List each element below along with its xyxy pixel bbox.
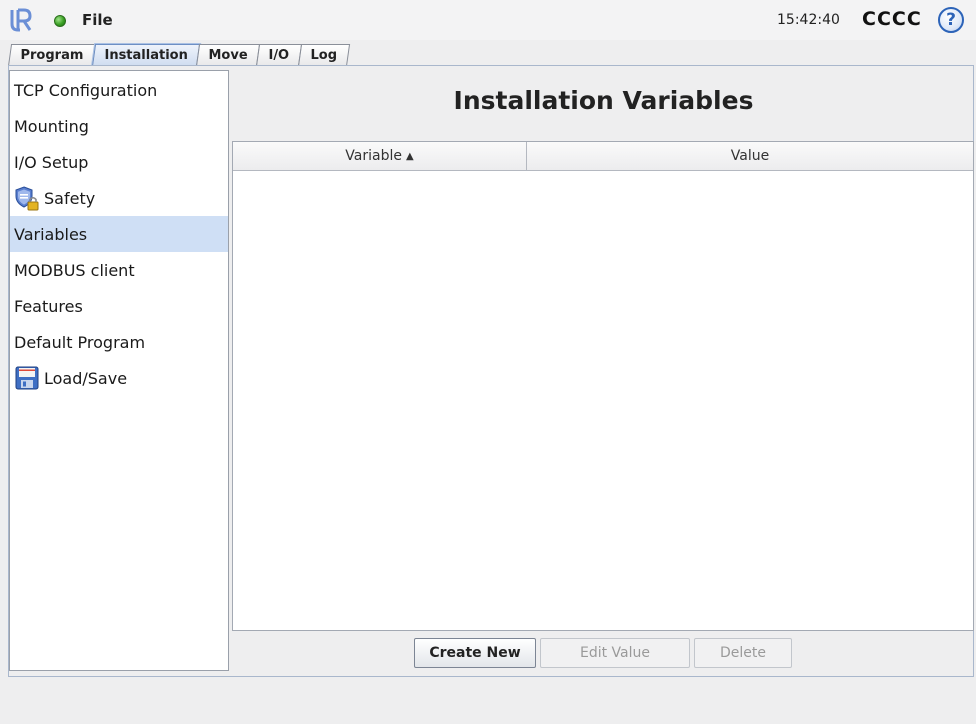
sidebar-item-features[interactable]: Features: [10, 288, 228, 324]
edit-value-button[interactable]: Edit Value: [540, 638, 690, 668]
help-icon[interactable]: ?: [938, 7, 964, 33]
delete-button[interactable]: Delete: [694, 638, 792, 668]
tab-io[interactable]: I/O: [256, 44, 303, 66]
table-header: Variable ▲ Value: [233, 142, 973, 171]
tab-move[interactable]: Move: [196, 44, 261, 66]
file-menu[interactable]: File: [82, 11, 113, 29]
safety-shield-lock-icon: [15, 186, 39, 211]
page-title: Installation Variables: [453, 86, 754, 115]
sidebar-item-mounting[interactable]: Mounting: [10, 108, 228, 144]
main-tabs: Program Installation Move I/O Log: [8, 43, 350, 67]
sidebar-item-safety[interactable]: Safety: [10, 180, 228, 216]
tab-installation[interactable]: Installation: [90, 43, 202, 67]
bottom-status-area: [0, 678, 976, 724]
sidebar-item-tcp-configuration[interactable]: TCP Configuration: [10, 72, 228, 108]
sidebar-item-io-setup[interactable]: I/O Setup: [10, 144, 228, 180]
create-new-button[interactable]: Create New: [414, 638, 536, 668]
robot-status-led-icon[interactable]: [54, 15, 66, 27]
column-header-variable[interactable]: Variable ▲: [233, 142, 527, 170]
robot-name: CCCC: [862, 8, 922, 30]
tab-log[interactable]: Log: [298, 44, 350, 66]
sidebar-item-load-save[interactable]: Load/Save: [10, 360, 228, 396]
sidebar-item-modbus-client[interactable]: MODBUS client: [10, 252, 228, 288]
sidebar-item-variables[interactable]: Variables: [10, 216, 228, 252]
sort-ascending-icon: ▲: [405, 151, 414, 162]
installation-sidebar: TCP Configuration Mounting I/O Setup Saf…: [9, 70, 229, 671]
floppy-disk-icon: [15, 366, 39, 390]
clock: 15:42:40: [777, 12, 840, 28]
sidebar-item-default-program[interactable]: Default Program: [10, 324, 228, 360]
ur-logo-icon: [10, 8, 32, 32]
column-header-value[interactable]: Value: [527, 142, 973, 170]
top-bar: File 15:42:40 CCCC ?: [0, 0, 976, 40]
variables-table: Variable ▲ Value: [232, 141, 974, 631]
tab-program[interactable]: Program: [8, 44, 96, 66]
